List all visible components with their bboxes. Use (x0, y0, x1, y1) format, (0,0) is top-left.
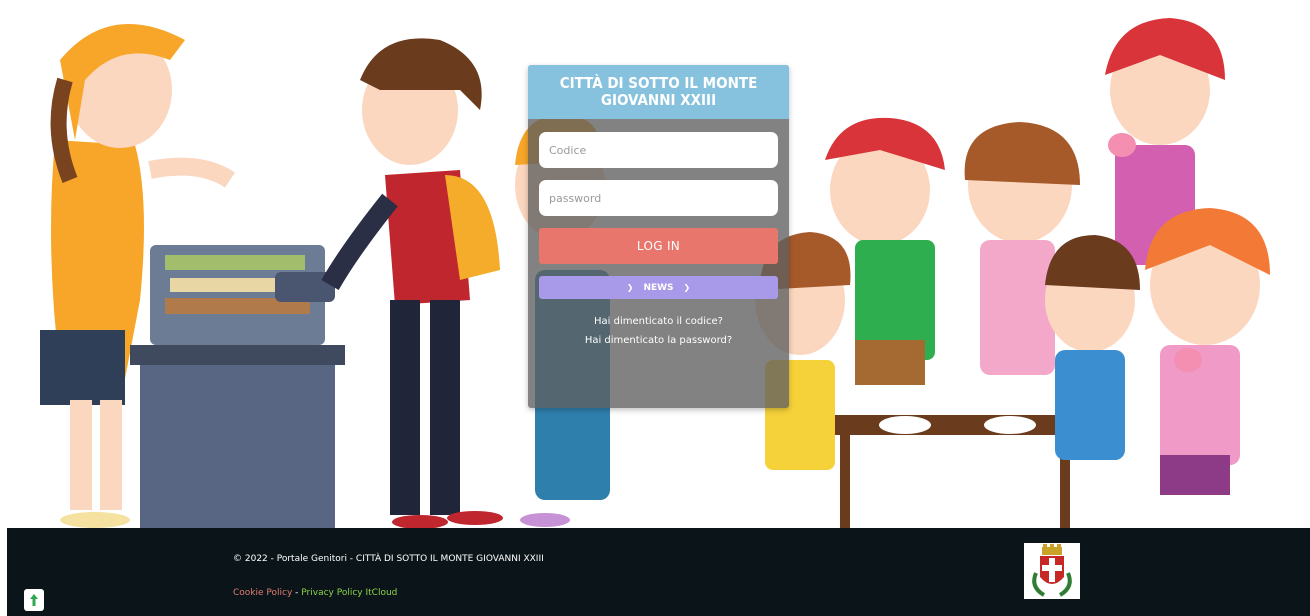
login-button[interactable]: LOG IN (539, 228, 778, 264)
copyright-text: © 2022 - Portale Genitori - CITTÀ DI SOT… (233, 554, 544, 564)
password-input[interactable] (539, 180, 778, 216)
cookie-policy-link[interactable]: Cookie Policy (233, 588, 292, 598)
login-title: CITTÀ DI SOTTO IL MONTE GIOVANNI XXIII (528, 65, 789, 119)
policy-links: Cookie Policy - Privacy Policy ItCloud (233, 588, 397, 598)
forgot-password-link[interactable]: Hai dimenticato la password? (528, 335, 789, 346)
footer: © 2022 - Portale Genitori - CITTÀ DI SOT… (7, 528, 1310, 616)
chevron-down-icon: ❯ (683, 283, 691, 292)
login-panel: CITTÀ DI SOTTO IL MONTE GIOVANNI XXIII L… (528, 65, 789, 408)
news-button[interactable]: ❯ NEWS ❯ (539, 276, 778, 299)
arrow-up-icon (30, 594, 38, 606)
chevron-down-icon: ❯ (626, 283, 634, 292)
forgot-code-link[interactable]: Hai dimenticato il codice? (528, 316, 789, 327)
crest-icon (1032, 544, 1072, 597)
policy-separator: - (292, 588, 302, 598)
privacy-policy-link[interactable]: Privacy Policy ItCloud (301, 588, 397, 598)
kids-group-figure (755, 18, 1270, 528)
boy-with-backpack-figure (321, 38, 503, 528)
news-label: NEWS (643, 282, 674, 293)
scroll-top-button[interactable] (24, 589, 44, 611)
serving-counter (130, 245, 345, 528)
municipality-crest-logo (1024, 543, 1080, 599)
code-input[interactable] (539, 132, 778, 168)
